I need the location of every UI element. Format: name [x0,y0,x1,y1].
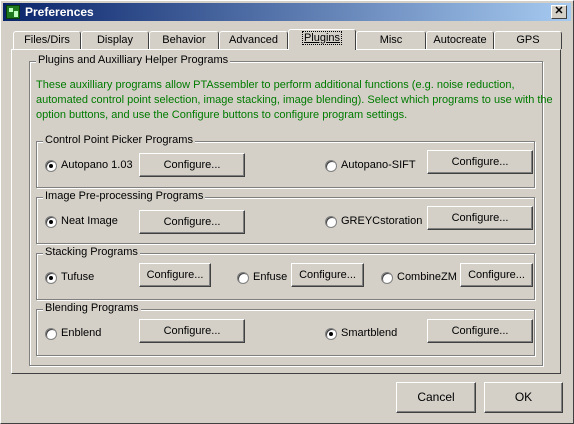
cancel-button[interactable]: Cancel [396,382,476,413]
info-line-3: option buttons, and use the Configure bu… [36,109,408,121]
tab-label: GPS [516,34,540,46]
ok-button[interactable]: OK [484,382,563,413]
configure-smartblend-button[interactable]: Configure... [427,319,533,343]
tab-behavior[interactable]: Behavior [149,31,219,49]
autopano-sift-radio[interactable] [325,160,337,172]
group-title: Control Point Picker Programs [43,134,195,146]
tab-misc[interactable]: Misc [356,31,426,49]
neat-image-label: Neat Image [61,215,118,227]
configure-autopano-button[interactable]: Configure... [139,153,245,177]
tab-files-dirs[interactable]: Files/Dirs [13,31,81,49]
tab-label: Display [96,34,134,46]
configure-tufuse-button[interactable]: Configure... [139,263,211,287]
group-title: Image Pre-processing Programs [43,190,206,202]
enfuse-label: Enfuse [253,271,288,283]
plugins-tab-panel: Plugins and Auxilliary Helper Programs T… [11,49,561,374]
tufuse-label: Tufuse [61,271,95,283]
smartblend-label: Smartblend [341,327,398,339]
configure-combinezm-button[interactable]: Configure... [460,263,533,287]
tufuse-radio[interactable] [45,272,57,284]
enblend-radio[interactable] [45,328,57,340]
combinezm-label: CombineZM [397,271,457,283]
configure-neat-image-button[interactable]: Configure... [139,210,245,234]
tab-label: Behavior [162,34,206,46]
tab-autocreate[interactable]: Autocreate [426,31,494,49]
tab-gps[interactable]: GPS [494,31,562,49]
info-line-2: automated control point selection, image… [36,94,553,106]
group-title: Blending Programs [43,302,141,314]
configure-autopano-sift-button[interactable]: Configure... [427,150,533,174]
title-bar[interactable]: Preferences ✕ [3,3,571,21]
configure-enfuse-button[interactable]: Configure... [291,263,364,287]
enblend-label: Enblend [61,327,102,339]
tab-label: Plugins [301,31,343,45]
plugins-group-title: Plugins and Auxilliary Helper Programs [36,54,231,66]
neat-image-radio[interactable] [45,216,57,228]
configure-greycstoration-button[interactable]: Configure... [427,206,533,230]
tab-display[interactable]: Display [81,31,149,49]
tab-advanced[interactable]: Advanced [219,31,288,49]
greycstoration-label: GREYCstoration [341,215,423,227]
close-icon[interactable]: ✕ [551,5,567,19]
configure-enblend-button[interactable]: Configure... [139,319,245,343]
combinezm-radio[interactable] [381,272,393,284]
autopano-label: Autopano 1.03 [61,159,133,171]
smartblend-radio[interactable] [325,328,337,340]
tab-label: Misc [379,34,403,46]
tab-label: Files/Dirs [24,34,70,46]
tab-plugins[interactable]: Plugins [288,29,356,50]
autopano-sift-label: Autopano-SIFT [341,159,416,171]
app-icon [6,5,20,19]
group-title: Stacking Programs [43,246,140,258]
window-title: Preferences [25,5,94,19]
tab-label: Advanced [229,34,278,46]
autopano-radio[interactable] [45,160,57,172]
enfuse-radio[interactable] [237,272,249,284]
tab-label: Autocreate [433,34,487,46]
info-line-1: These auxilliary programs allow PTAssemb… [36,79,515,91]
greycstoration-radio[interactable] [325,216,337,228]
